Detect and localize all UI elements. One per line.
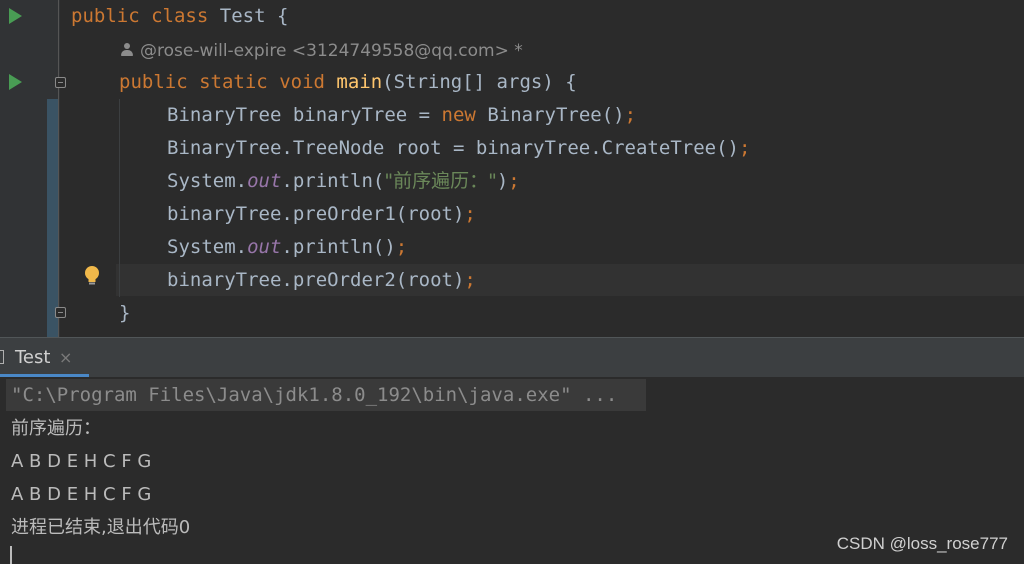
author-text: @rose-will-expire <3124749558@qq.com> * (140, 41, 523, 61)
semicolon: ; (464, 269, 476, 291)
brace: } (119, 302, 131, 324)
tab-label: Test (15, 347, 51, 368)
run-main-icon[interactable] (9, 74, 22, 90)
run-class-icon[interactable] (9, 8, 22, 24)
code-text: System. (167, 236, 248, 258)
run-tool-window-header: Test × (0, 337, 1024, 377)
indent-guide (119, 99, 120, 297)
semicolon: ; (508, 170, 520, 192)
code-text: .println( (281, 170, 385, 192)
semicolon: ; (464, 203, 476, 225)
code-text: ) (496, 170, 509, 192)
code-text: BinaryTree.TreeNode root = binaryTree.Cr… (167, 137, 739, 159)
static-field: out (247, 170, 282, 192)
code-line-4[interactable]: BinaryTree.TreeNode root = binaryTree.Cr… (167, 132, 750, 165)
fold-end-icon[interactable] (55, 307, 66, 318)
code-text: System. (167, 170, 248, 192)
string-literal: "前序遍历：" (384, 170, 497, 192)
keyword: void (279, 71, 325, 93)
code-line-close-brace[interactable]: } (119, 297, 130, 330)
code-line-5[interactable]: System.out.println("前序遍历："); (167, 165, 520, 198)
code-text: BinaryTree() (475, 104, 625, 126)
keyword: class (151, 5, 209, 27)
code-line-class-decl[interactable]: public class Test { (71, 0, 288, 33)
lightbulb-icon[interactable] (82, 265, 102, 287)
text-cursor (10, 546, 12, 564)
params: (String[] args) { (382, 71, 577, 93)
code-line-main-decl[interactable]: public static void main(String[] args) { (119, 66, 577, 99)
code-text: BinaryTree binaryTree = (167, 104, 442, 126)
console-icon (0, 350, 4, 364)
watermark: CSDN @loss_rose777 (836, 534, 1008, 553)
keyword: public (119, 71, 188, 93)
close-icon[interactable]: × (59, 338, 72, 378)
gutter-divider (58, 0, 59, 337)
console-line: 进程已结束,退出代码0 (11, 517, 191, 538)
fold-method-icon[interactable] (55, 77, 66, 88)
person-icon (120, 43, 134, 57)
method-name: main (336, 71, 383, 93)
brace: { (276, 5, 289, 27)
console-command[interactable]: "C:\Program Files\Java\jdk1.8.0_192\bin\… (11, 379, 617, 412)
code-line-8[interactable]: binaryTree.preOrder2(root); (167, 264, 476, 297)
keyword: public (71, 5, 140, 27)
code-line-6[interactable]: binaryTree.preOrder1(root); (167, 198, 476, 231)
author-hint[interactable]: @rose-will-expire <3124749558@qq.com> * (120, 37, 523, 65)
code-editor[interactable]: public class Test { @rose-will-expire <3… (0, 0, 1024, 337)
semicolon: ; (624, 104, 637, 126)
semicolon: ; (395, 236, 408, 258)
run-tab-test[interactable]: Test × (0, 338, 90, 376)
static-field: out (247, 236, 282, 258)
code-line-3[interactable]: BinaryTree binaryTree = new BinaryTree()… (167, 99, 636, 132)
code-text: binaryTree.preOrder2(root) (167, 269, 465, 291)
code-text: binaryTree.preOrder1(root) (167, 203, 465, 225)
class-name: Test (219, 5, 266, 27)
console-line: A B D E H C F G (11, 451, 152, 472)
semicolon: ; (738, 137, 751, 159)
code-text: .println() (281, 236, 396, 258)
keyword: new (441, 104, 476, 126)
console-line: 前序遍历： (11, 418, 101, 439)
keyword: static (199, 71, 268, 93)
console-line: A B D E H C F G (11, 484, 152, 505)
code-line-7[interactable]: System.out.println(); (167, 231, 407, 264)
